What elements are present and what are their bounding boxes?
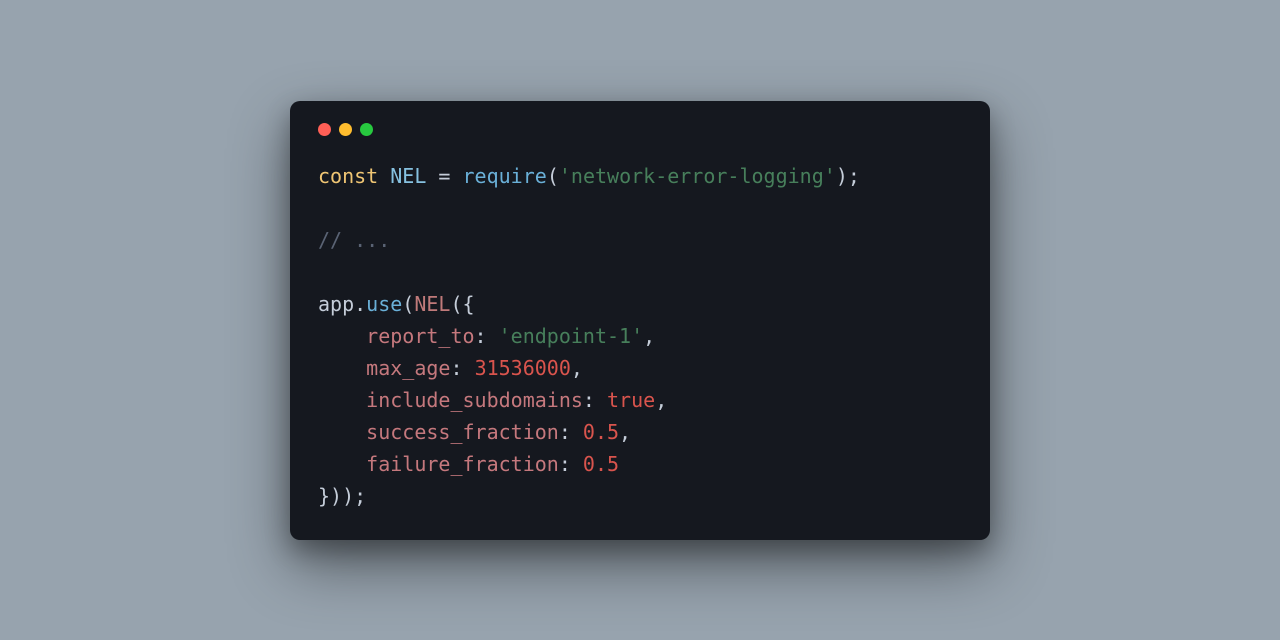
key-report-to: report_to [366,324,474,348]
ident-nel-call: NEL [414,292,450,316]
colon: : [559,452,583,476]
key-max-age: max_age [366,356,450,380]
indent [318,388,366,412]
fn-use: use [366,292,402,316]
val-report-to: 'endpoint-1' [499,324,644,348]
op-equals: = [426,164,462,188]
colon: : [559,420,583,444]
comma: , [643,324,655,348]
val-success: 0.5 [583,420,619,444]
comma: , [619,420,631,444]
keyword-const: const [318,164,378,188]
paren-open: ( [547,164,559,188]
close-icon[interactable] [318,123,331,136]
minimize-icon[interactable] [339,123,352,136]
colon: : [475,324,499,348]
comma: , [571,356,583,380]
code-window: const NEL = require('network-error-loggi… [290,101,990,540]
paren-open-2: ( [402,292,414,316]
fn-require: require [463,164,547,188]
open-obj: ({ [450,292,474,316]
key-success: success_fraction [366,420,559,444]
indent [318,452,366,476]
indent [318,324,366,348]
val-max-age: 31536000 [475,356,571,380]
indent [318,420,366,444]
comma: , [655,388,667,412]
paren-close-semi: ); [836,164,860,188]
val-include: true [607,388,655,412]
op-dot: . [354,292,366,316]
maximize-icon[interactable] [360,123,373,136]
ident-nel: NEL [390,164,426,188]
str-module: 'network-error-logging' [559,164,836,188]
close-obj: })); [318,484,366,508]
colon: : [450,356,474,380]
colon: : [583,388,607,412]
key-include: include_subdomains [366,388,583,412]
comment-line: // ... [318,228,390,252]
code-block: const NEL = require('network-error-loggi… [318,160,962,512]
indent [318,356,366,380]
window-titlebar [318,123,962,136]
ident-app: app [318,292,354,316]
val-failure: 0.5 [583,452,619,476]
key-failure: failure_fraction [366,452,559,476]
